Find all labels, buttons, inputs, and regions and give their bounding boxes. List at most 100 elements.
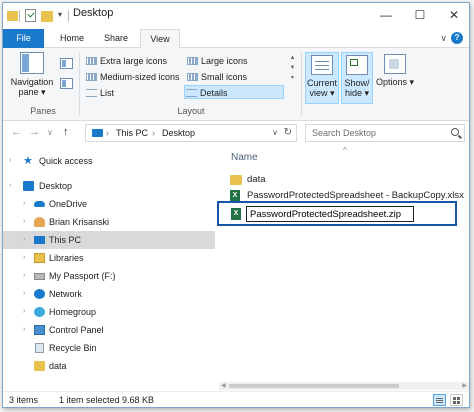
options-button[interactable]: Options ▾ <box>375 52 415 104</box>
sidebar-item-user[interactable]: › Brian Krisanski <box>3 213 215 231</box>
sidebar-item-desktop[interactable]: › Desktop <box>3 177 215 195</box>
breadcrumb-this-pc[interactable]: This PC <box>116 128 148 138</box>
layout-item-label: Medium-sized icons <box>100 72 180 82</box>
this-pc-icon <box>92 129 103 137</box>
ribbon-collapse-icon[interactable]: ∨ <box>440 33 447 44</box>
show-hide-label: Show/ hide ▾ <box>344 78 370 98</box>
current-view-icon <box>311 55 333 75</box>
sidebar-item-label: Quick access <box>39 156 93 166</box>
chevron-right-icon[interactable]: › <box>23 195 25 213</box>
tab-file[interactable]: File <box>3 29 44 48</box>
column-header-name[interactable]: Name <box>231 152 258 163</box>
cloud-icon <box>34 201 45 207</box>
search-input[interactable]: Search Desktop <box>305 124 465 142</box>
forward-icon[interactable]: → <box>29 126 40 138</box>
ribbon: Navigation pane ▾ Panes Extra large icon… <box>3 48 469 121</box>
current-view-button[interactable]: Current view ▾ <box>305 52 339 104</box>
details-pane-icon[interactable] <box>60 78 73 89</box>
sidebar-item-label: Brian Krisanski <box>49 217 110 227</box>
chevron-right-icon[interactable]: › <box>23 231 25 249</box>
properties-check-icon[interactable] <box>25 9 36 22</box>
chevron-right-icon[interactable]: › <box>9 152 11 170</box>
item-count: 3 items <box>9 395 39 405</box>
help-icon[interactable]: ? <box>451 32 463 44</box>
layout-details[interactable]: Details <box>184 85 284 99</box>
back-icon[interactable]: ← <box>11 126 22 138</box>
folder-icon <box>230 175 242 185</box>
details-view-toggle[interactable] <box>433 394 446 406</box>
chevron-right-icon[interactable]: › <box>23 249 25 267</box>
sidebar-item-recycle-bin[interactable]: Recycle Bin <box>3 339 215 357</box>
list-icon <box>86 89 97 97</box>
panes-group-label: Panes <box>30 106 56 116</box>
sidebar-item-libraries[interactable]: › Libraries <box>3 249 215 267</box>
options-label: Options ▾ <box>375 77 415 87</box>
scroll-up-icon[interactable]: ▲ <box>288 53 297 63</box>
show-hide-button[interactable]: Show/ hide ▾ <box>341 52 373 104</box>
tab-view[interactable]: View <box>140 29 180 49</box>
recycle-bin-icon <box>35 343 44 353</box>
scroll-down-icon[interactable]: ▼ <box>288 63 297 73</box>
library-icon <box>34 253 45 263</box>
scroll-right-icon[interactable]: ▶ <box>462 382 467 389</box>
status-bar: 3 items 1 item selected 9.68 KB <box>3 391 469 407</box>
breadcrumb-separator[interactable]: › <box>106 128 109 138</box>
chevron-right-icon[interactable]: › <box>23 303 25 321</box>
breadcrumb-separator[interactable]: › <box>152 128 155 138</box>
chevron-right-icon[interactable]: › <box>9 177 11 195</box>
sidebar-item-onedrive[interactable]: › OneDrive <box>3 195 215 213</box>
maximize-button[interactable]: ☐ <box>403 3 437 27</box>
search-icon[interactable] <box>451 128 459 136</box>
sidebar-item-label: Homegroup <box>49 307 97 317</box>
address-field[interactable]: › This PC › Desktop ∨ ↻ <box>85 124 297 142</box>
layout-extra-large-icons[interactable]: Extra large icons <box>85 54 167 68</box>
sidebar-item-my-passport[interactable]: › My Passport (F:) <box>3 267 215 285</box>
tab-home[interactable]: Home <box>51 29 93 48</box>
details-icon <box>186 89 197 97</box>
chevron-right-icon[interactable]: › <box>23 321 25 339</box>
layout-item-label: Details <box>200 88 228 98</box>
group-separator <box>79 52 80 116</box>
layout-item-label: Extra large icons <box>100 56 168 66</box>
sidebar-item-control-panel[interactable]: › Control Panel <box>3 321 215 339</box>
layout-list[interactable]: List <box>85 86 114 100</box>
layout-scroll[interactable]: ▲ ▼ ▾ <box>288 53 297 99</box>
sidebar-item-quick-access[interactable]: › ★ Quick access <box>3 152 215 170</box>
refresh-icon[interactable]: ↻ <box>284 127 292 138</box>
sidebar-item-data[interactable]: data <box>3 357 215 375</box>
navigation-pane-button[interactable]: Navigation pane ▾ <box>9 52 55 97</box>
layout-small-icons[interactable]: Small icons <box>186 70 247 84</box>
file-row-data[interactable]: data <box>227 172 266 188</box>
scroll-more-icon[interactable]: ▾ <box>288 73 297 83</box>
horizontal-scrollbar[interactable]: ◀ ▶ <box>219 382 469 390</box>
minimize-button[interactable]: — <box>369 3 403 27</box>
group-separator <box>301 52 302 116</box>
window-title: Desktop <box>73 7 114 19</box>
scrollbar-thumb[interactable] <box>229 384 399 388</box>
layout-large-icons[interactable]: Large icons <box>186 54 248 68</box>
file-name: PasswordProtectedSpreadsheet - BackupCop… <box>247 190 464 201</box>
address-dropdown-icon[interactable]: ∨ <box>272 128 278 137</box>
folder-icon <box>7 11 18 21</box>
close-button[interactable]: ✕ <box>437 3 469 27</box>
chevron-right-icon[interactable]: › <box>23 285 25 303</box>
new-folder-icon[interactable] <box>41 11 53 22</box>
breadcrumb-desktop[interactable]: Desktop <box>162 128 195 138</box>
qat-dropdown-icon[interactable]: ▾ <box>58 10 62 19</box>
chevron-right-icon[interactable]: › <box>23 267 25 285</box>
recent-locations-icon[interactable]: ∨ <box>47 128 53 137</box>
sidebar-item-homegroup[interactable]: › Homegroup <box>3 303 215 321</box>
rename-input[interactable] <box>246 206 414 222</box>
sidebar-item-this-pc[interactable]: › This PC <box>3 231 215 249</box>
sort-ascending-icon: ^ <box>343 146 347 155</box>
sidebar-item-label: This PC <box>49 235 82 245</box>
sidebar-item-network[interactable]: › Network <box>3 285 215 303</box>
chevron-right-icon[interactable]: › <box>23 213 25 231</box>
large-icons-view-toggle[interactable] <box>450 394 463 406</box>
scroll-left-icon[interactable]: ◀ <box>221 382 226 389</box>
up-icon[interactable]: ↑ <box>63 126 69 138</box>
tab-share[interactable]: Share <box>97 29 135 48</box>
renaming-file-row[interactable]: X <box>217 201 457 226</box>
preview-pane-icon[interactable] <box>60 58 73 69</box>
layout-medium-icons[interactable]: Medium-sized icons <box>85 70 180 84</box>
